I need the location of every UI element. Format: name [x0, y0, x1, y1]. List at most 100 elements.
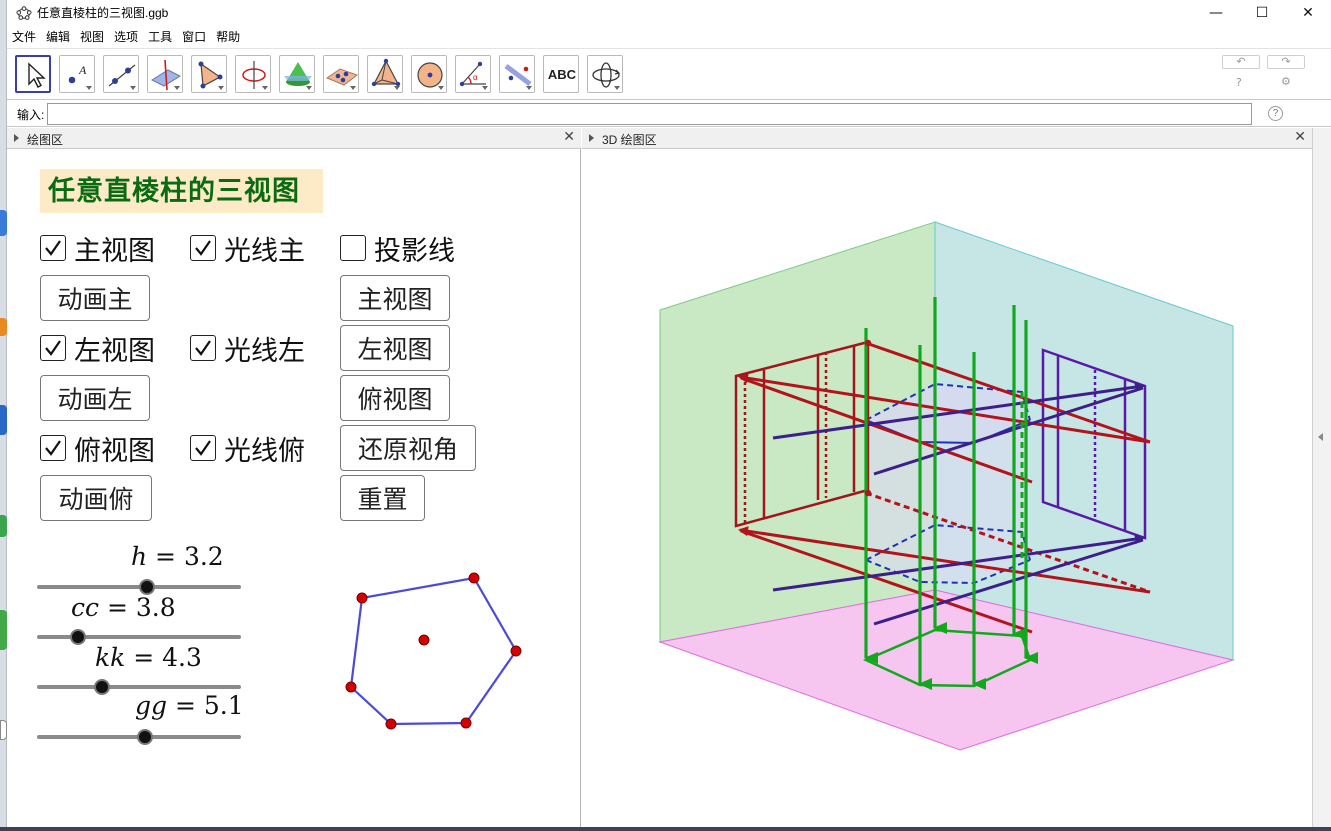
svg-text:A: A	[78, 63, 87, 77]
reset-angle-button[interactable]: 还原视角	[340, 425, 476, 471]
graphics-panel-header: 绘图区 ✕	[7, 128, 581, 149]
intersect-surface-tool[interactable]	[279, 55, 315, 93]
polygon-vertex[interactable]	[510, 645, 522, 657]
checkbox-label: 左视图	[74, 335, 155, 366]
polygon-tool[interactable]	[191, 55, 227, 93]
checkbox-box[interactable]	[190, 235, 216, 261]
menu-options[interactable]: 选项	[109, 28, 143, 45]
close-button[interactable]: ✕	[1285, 0, 1331, 25]
prism-3d-scene[interactable]	[582, 149, 1312, 827]
geogebra-window: 任意直棱柱的三视图.ggb — ☐ ✕ 文件 编辑 视图 选项 工具 窗口 帮助…	[0, 0, 1331, 831]
checkbox-projection-lines[interactable]: 投影线	[340, 233, 455, 266]
base-polygon[interactable]	[337, 569, 537, 739]
check-icon	[45, 240, 61, 256]
checkbox-label: 投影线	[374, 235, 455, 266]
menu-view[interactable]: 视图	[75, 28, 109, 45]
undo-button[interactable]: ↶	[1222, 55, 1260, 69]
close-graphics3d-panel-button[interactable]: ✕	[1294, 129, 1306, 145]
angle-tool[interactable]: α	[455, 55, 491, 93]
anim-top-button[interactable]: 动画俯	[40, 475, 152, 521]
check-icon	[195, 440, 211, 456]
panel-collapse-icon[interactable]	[14, 134, 19, 142]
pyramid-tool[interactable]	[367, 55, 403, 93]
slider-gg-label: gg = 5.1	[135, 691, 244, 720]
polygon-vertex[interactable]	[385, 718, 397, 730]
menu-help[interactable]: 帮助	[211, 28, 245, 45]
title-bar: 任意直棱柱的三视图.ggb — ☐ ✕	[7, 0, 1331, 25]
polygon-vertex[interactable]	[345, 681, 357, 693]
checkbox-ray-front[interactable]: 光线主	[190, 233, 305, 266]
checkbox-front-view[interactable]: 主视图	[40, 233, 155, 266]
input-bar: 输入: ?	[7, 101, 1331, 127]
checkbox-box[interactable]	[340, 235, 366, 261]
side-panel-toggle[interactable]	[1312, 128, 1331, 827]
reset-button[interactable]: 重置	[340, 475, 425, 521]
slider-gg-knob[interactable]	[137, 729, 154, 745]
panel-collapse-icon[interactable]	[589, 134, 594, 142]
input-label: 输入:	[17, 108, 45, 122]
input-help-icon[interactable]: ?	[1268, 106, 1283, 121]
help-icon[interactable]: ?	[1236, 76, 1242, 89]
menu-window[interactable]: 窗口	[177, 28, 211, 45]
polygon-vertex[interactable]	[460, 717, 472, 729]
checkbox-box[interactable]	[40, 335, 66, 361]
desktop-icon	[0, 318, 7, 336]
gear-icon[interactable]: ⚙	[1281, 75, 1291, 88]
slider-kk-knob[interactable]	[94, 679, 111, 695]
maximize-button[interactable]: ☐	[1239, 0, 1285, 25]
minimize-button[interactable]: —	[1193, 0, 1239, 25]
top-view-button[interactable]: 俯视图	[340, 375, 450, 421]
circle-axis-tool[interactable]	[235, 55, 271, 93]
slider-kk-track[interactable]	[37, 685, 241, 689]
menu-file[interactable]: 文件	[7, 28, 41, 45]
anim-front-button[interactable]: 动画主	[40, 275, 150, 321]
close-graphics-panel-button[interactable]: ✕	[563, 129, 575, 145]
slider-cc-knob[interactable]	[69, 629, 86, 645]
point-tool[interactable]: A	[59, 55, 95, 93]
polygon-vertex[interactable]	[356, 592, 368, 604]
redo-button[interactable]: ↷	[1267, 55, 1305, 69]
chevron-left-icon[interactable]	[1318, 433, 1323, 441]
front-view-button[interactable]: 主视图	[340, 275, 450, 321]
desktop-icon	[0, 405, 7, 435]
checkbox-left-view[interactable]: 左视图	[40, 333, 155, 366]
reflect-tool[interactable]	[499, 55, 535, 93]
rotate-view-tool[interactable]	[587, 55, 623, 93]
desktop-edge	[0, 0, 7, 831]
checkbox-ray-top[interactable]: 光线俯	[190, 433, 305, 466]
slider-cc-label: cc = 3.8	[71, 593, 176, 622]
polygon-vertex[interactable]	[468, 572, 480, 584]
slider-cc-track[interactable]	[37, 635, 241, 639]
checkbox-box[interactable]	[40, 435, 66, 461]
text-tool[interactable]: ABC	[543, 55, 579, 93]
menu-edit[interactable]: 编辑	[41, 28, 75, 45]
menu-tools[interactable]: 工具	[143, 28, 177, 45]
command-input[interactable]	[47, 103, 1252, 125]
checkbox-top-view[interactable]: 俯视图	[40, 433, 155, 466]
graphics-panel-title: 绘图区	[27, 133, 64, 147]
plane-tool[interactable]	[323, 55, 359, 93]
move-tool[interactable]	[15, 55, 51, 93]
checkbox-label: 光线左	[224, 335, 305, 366]
line-tool[interactable]	[103, 55, 139, 93]
desktop-icon	[0, 720, 7, 740]
polygon-center-point[interactable]	[418, 634, 430, 646]
window-title: 任意直棱柱的三视图.ggb	[37, 6, 169, 20]
menu-bar: 文件 编辑 视图 选项 工具 窗口 帮助	[7, 25, 1331, 47]
checkbox-box[interactable]	[40, 235, 66, 261]
graphics-3d-view[interactable]	[582, 149, 1312, 827]
graphics3d-panel-title: 3D 绘图区	[602, 133, 657, 147]
perpendicular-tool[interactable]	[147, 55, 183, 93]
side-view-button[interactable]: 左视图	[340, 325, 450, 371]
checkbox-ray-left[interactable]: 光线左	[190, 333, 305, 366]
checkbox-label: 光线俯	[224, 435, 305, 466]
slider-kk-label: kk = 4.3	[95, 643, 202, 672]
slider-h-label: h = 3.2	[131, 542, 224, 571]
desktop-icon	[0, 610, 7, 650]
checkbox-box[interactable]	[190, 435, 216, 461]
checkbox-box[interactable]	[190, 335, 216, 361]
text-tool-label: ABC	[547, 67, 577, 82]
anim-left-button[interactable]: 动画左	[40, 375, 150, 421]
graphics-view[interactable]: 任意直棱柱的三视图 主视图 光线主 投影线 动画主 主视图 左视图 光线左 左视…	[7, 149, 581, 827]
sphere-tool[interactable]	[411, 55, 447, 93]
